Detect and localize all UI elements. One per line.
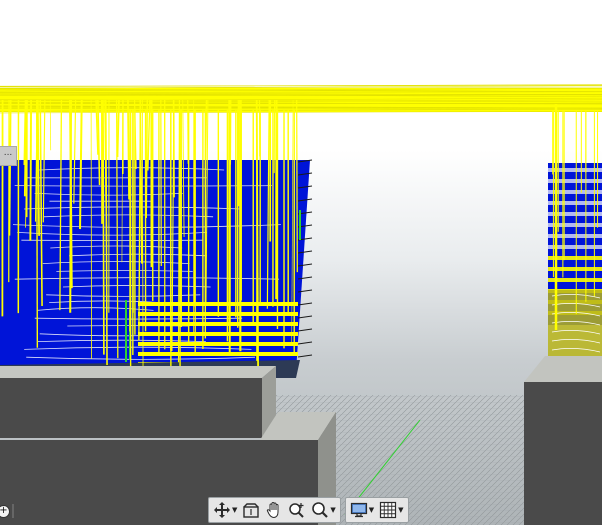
scene-canvas bbox=[0, 84, 602, 525]
display-button[interactable]: ▼ bbox=[349, 499, 375, 521]
navigation-toolbar: ▼ ▼ ▼ ▼ bbox=[208, 497, 409, 523]
zoom-in-icon bbox=[289, 503, 305, 518]
zoom-magnifier-icon bbox=[312, 502, 329, 518]
look-at-button[interactable] bbox=[241, 499, 261, 521]
divider bbox=[12, 504, 14, 518]
3d-viewport[interactable]: ... + ▼ ▼ ▼ ▼ bbox=[0, 0, 602, 525]
display-tools-group: ▼ ▼ bbox=[344, 497, 409, 523]
pan-orbit-button[interactable]: ▼ bbox=[212, 499, 238, 521]
chevron-down-icon[interactable]: ▼ bbox=[398, 506, 403, 514]
view-box-icon bbox=[243, 503, 260, 518]
add-circle-icon[interactable]: + bbox=[0, 504, 10, 518]
hand-icon bbox=[267, 501, 279, 519]
monitor-icon bbox=[350, 502, 367, 518]
left-print-part bbox=[0, 159, 313, 378]
chevron-down-icon[interactable]: ▼ bbox=[330, 506, 335, 514]
zoom-button[interactable]: ▼ bbox=[310, 499, 336, 521]
chevron-down-icon[interactable]: ▼ bbox=[369, 506, 374, 514]
left-widget[interactable]: + bbox=[0, 500, 20, 522]
navigation-tools-group: ▼ ▼ bbox=[208, 497, 341, 523]
zoom-in-button[interactable] bbox=[287, 499, 307, 521]
grid-button[interactable]: ▼ bbox=[378, 499, 404, 521]
view-corner-tab[interactable]: ... bbox=[0, 146, 17, 166]
chevron-down-icon[interactable]: ▼ bbox=[232, 506, 237, 514]
grid-icon bbox=[380, 501, 397, 519]
pan-button[interactable] bbox=[264, 499, 284, 521]
move-arrows-icon bbox=[214, 502, 230, 518]
